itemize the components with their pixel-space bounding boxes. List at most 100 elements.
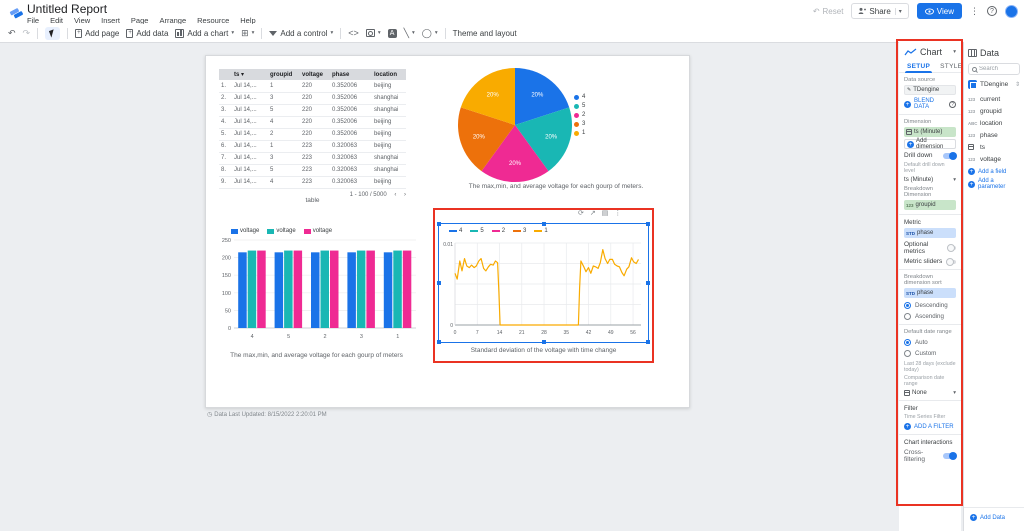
blend-data-button[interactable]: + BLEND DATA — [904, 98, 949, 110]
table-row[interactable]: 8. Jul 14,... 5 223 0.320063 shanghai — [219, 164, 406, 177]
dimension-chip[interactable]: ts (Minute) — [904, 127, 956, 137]
bar-3[interactable] — [347, 252, 356, 328]
bar-chart[interactable]: 0 50 100 150 200 250 4 5 2 3 1 — [216, 236, 421, 353]
pie-legend-item[interactable]: 1 — [574, 130, 585, 136]
text-tool-button[interactable]: A — [387, 28, 397, 38]
bar-2[interactable] — [330, 250, 339, 328]
tab-style[interactable]: STYLE — [940, 63, 962, 70]
sort-descending-option[interactable]: Descending — [904, 302, 956, 309]
add-control-button[interactable]: Add a control ▾ — [269, 29, 333, 38]
search-input[interactable] — [979, 66, 1016, 72]
bar-3[interactable] — [366, 250, 375, 328]
image-tool-button[interactable]: ▾ — [365, 29, 381, 37]
table-row[interactable]: 7. Jul 14,... 3 223 0.320063 shanghai — [219, 152, 406, 165]
column-header-location[interactable]: location — [372, 69, 406, 80]
field-item-location[interactable]: ABC location — [968, 117, 1020, 129]
metric-sliders-toggle[interactable] — [946, 257, 956, 266]
community-viz-button[interactable]: ⊞ ▾ — [241, 28, 254, 39]
bar-5[interactable] — [293, 250, 303, 328]
comparison-date-dropdown[interactable]: None ▾ — [904, 389, 956, 396]
bar-1[interactable] — [383, 252, 393, 328]
share-button[interactable]: Share ▾ — [851, 3, 909, 19]
refresh-icon[interactable]: ⟳ — [578, 209, 584, 217]
column-header-ts[interactable]: ts ▾ — [232, 69, 268, 80]
resize-handle[interactable] — [646, 281, 650, 285]
table-row[interactable]: 5. Jul 14,... 2 220 0.352006 beijing — [219, 128, 406, 141]
resize-handle[interactable] — [437, 281, 441, 285]
add-parameter-button[interactable]: + Add a parameter — [968, 178, 1020, 190]
select-tool-button[interactable] — [45, 26, 61, 40]
bar-5[interactable] — [284, 250, 293, 328]
field-item-groupid[interactable]: 123 groupid — [968, 105, 1020, 117]
line-legend-item[interactable]: 1 — [534, 228, 548, 234]
tab-setup[interactable]: SETUP — [904, 63, 933, 73]
share-chart-icon[interactable]: ↗ — [590, 209, 596, 217]
sort-ascending-option[interactable]: Ascending — [904, 313, 956, 320]
more-options-icon[interactable]: ⋮ — [970, 6, 979, 17]
line-chart-selected[interactable]: 4 5 2 3 1 0 7 14 21 28 35 42 49 56 0.01 0 — [437, 222, 650, 344]
bar-4[interactable] — [238, 252, 247, 328]
bar-legend-item[interactable]: voltage — [231, 228, 259, 234]
blend-help-icon[interactable]: ? — [949, 100, 956, 108]
line-legend-item[interactable]: 4 — [449, 228, 462, 234]
bar-1[interactable] — [393, 250, 402, 328]
report-canvas-page[interactable]: ts ▾ groupid voltage phase location 1. Jul 14… — [205, 55, 690, 408]
bar-2[interactable] — [320, 250, 330, 328]
data-source-row[interactable]: TDengine ⇕ — [968, 80, 1020, 89]
shape-tool-button[interactable]: ◯ ▾ — [422, 28, 438, 39]
report-title[interactable]: Untitled Report — [27, 2, 107, 16]
add-data-button-bottom[interactable]: + Add Data — [970, 514, 1018, 521]
resize-handle[interactable] — [646, 340, 650, 344]
line-legend-item[interactable]: 3 — [513, 228, 526, 234]
redo-icon[interactable]: ↷ — [23, 28, 31, 39]
bar-5[interactable] — [274, 252, 284, 328]
breakdown-dimension-chip[interactable]: 123 groupid — [904, 200, 956, 210]
bar-3[interactable] — [356, 250, 366, 328]
view-button[interactable]: View — [916, 3, 962, 19]
field-item-ts[interactable]: ts — [968, 141, 1020, 153]
collapse-fields-icon[interactable]: ⇕ — [1015, 81, 1020, 88]
line-legend-item[interactable]: 5 — [470, 228, 484, 234]
data-table-chart[interactable]: ts ▾ groupid voltage phase location 1. Jul 14… — [219, 69, 406, 189]
add-page-button[interactable]: Add page — [75, 28, 119, 38]
optional-metrics-toggle[interactable] — [946, 244, 956, 252]
avatar[interactable] — [1005, 4, 1018, 18]
chart-more-icon[interactable]: ⋮ — [614, 209, 621, 217]
line-legend-item[interactable]: 2 — [491, 228, 505, 234]
line-tool-button[interactable]: ╲ ▾ — [404, 28, 415, 39]
help-icon[interactable]: ? — [987, 6, 997, 16]
add-field-button[interactable]: + Add a field — [968, 168, 1020, 175]
bar-2[interactable] — [311, 252, 320, 328]
field-item-voltage[interactable]: 123 voltage — [968, 153, 1020, 165]
resize-handle[interactable] — [646, 222, 650, 226]
column-header-voltage[interactable]: voltage — [300, 69, 330, 80]
field-item-current[interactable]: 123 current — [968, 93, 1020, 105]
pie-chart[interactable]: 20% 20% 20% 20% 20% — [456, 66, 574, 189]
bar-4[interactable] — [247, 250, 257, 328]
field-search[interactable] — [968, 63, 1020, 75]
theme-layout-button[interactable]: Theme and layout — [453, 29, 517, 38]
breakdown-sort-chip[interactable]: STD phase — [904, 288, 956, 298]
pie-legend-item[interactable]: 3 — [574, 121, 585, 127]
add-dimension-chip[interactable]: + Add dimension — [904, 138, 956, 150]
chart-type-icon[interactable]: ▤ — [602, 209, 609, 217]
date-auto-option[interactable]: Auto — [904, 339, 956, 346]
bar-legend-item[interactable]: voltage — [303, 228, 332, 234]
drill-level-dropdown[interactable]: ts (Minute) ▾ — [904, 176, 956, 183]
undo-icon[interactable]: ↶ — [8, 28, 16, 39]
pie-legend-item[interactable]: 2 — [574, 112, 585, 118]
chevron-down-icon[interactable]: ▾ — [953, 49, 956, 55]
bar-1[interactable] — [402, 250, 412, 328]
drill-down-toggle[interactable] — [943, 151, 957, 160]
add-filter-button[interactable]: + ADD A FILTER — [904, 423, 956, 430]
field-item-phase[interactable]: 123 phase — [968, 129, 1020, 141]
embed-icon[interactable]: <> — [348, 28, 359, 38]
table-row[interactable]: 9. Jul 14,... 4 223 0.320063 beijing — [219, 176, 406, 189]
bar-4[interactable] — [257, 250, 266, 328]
table-row[interactable]: 1. Jul 14,... 1 220 0.352006 beijing — [219, 80, 406, 93]
share-dropdown-caret[interactable]: ▾ — [894, 7, 902, 15]
bar-legend-item[interactable]: voltage — [267, 228, 296, 234]
reset-button[interactable]: ↶ Reset — [813, 7, 844, 16]
table-row[interactable]: 3. Jul 14,... 5 220 0.352006 shanghai — [219, 104, 406, 117]
metric-chip[interactable]: STD phase — [904, 228, 956, 238]
